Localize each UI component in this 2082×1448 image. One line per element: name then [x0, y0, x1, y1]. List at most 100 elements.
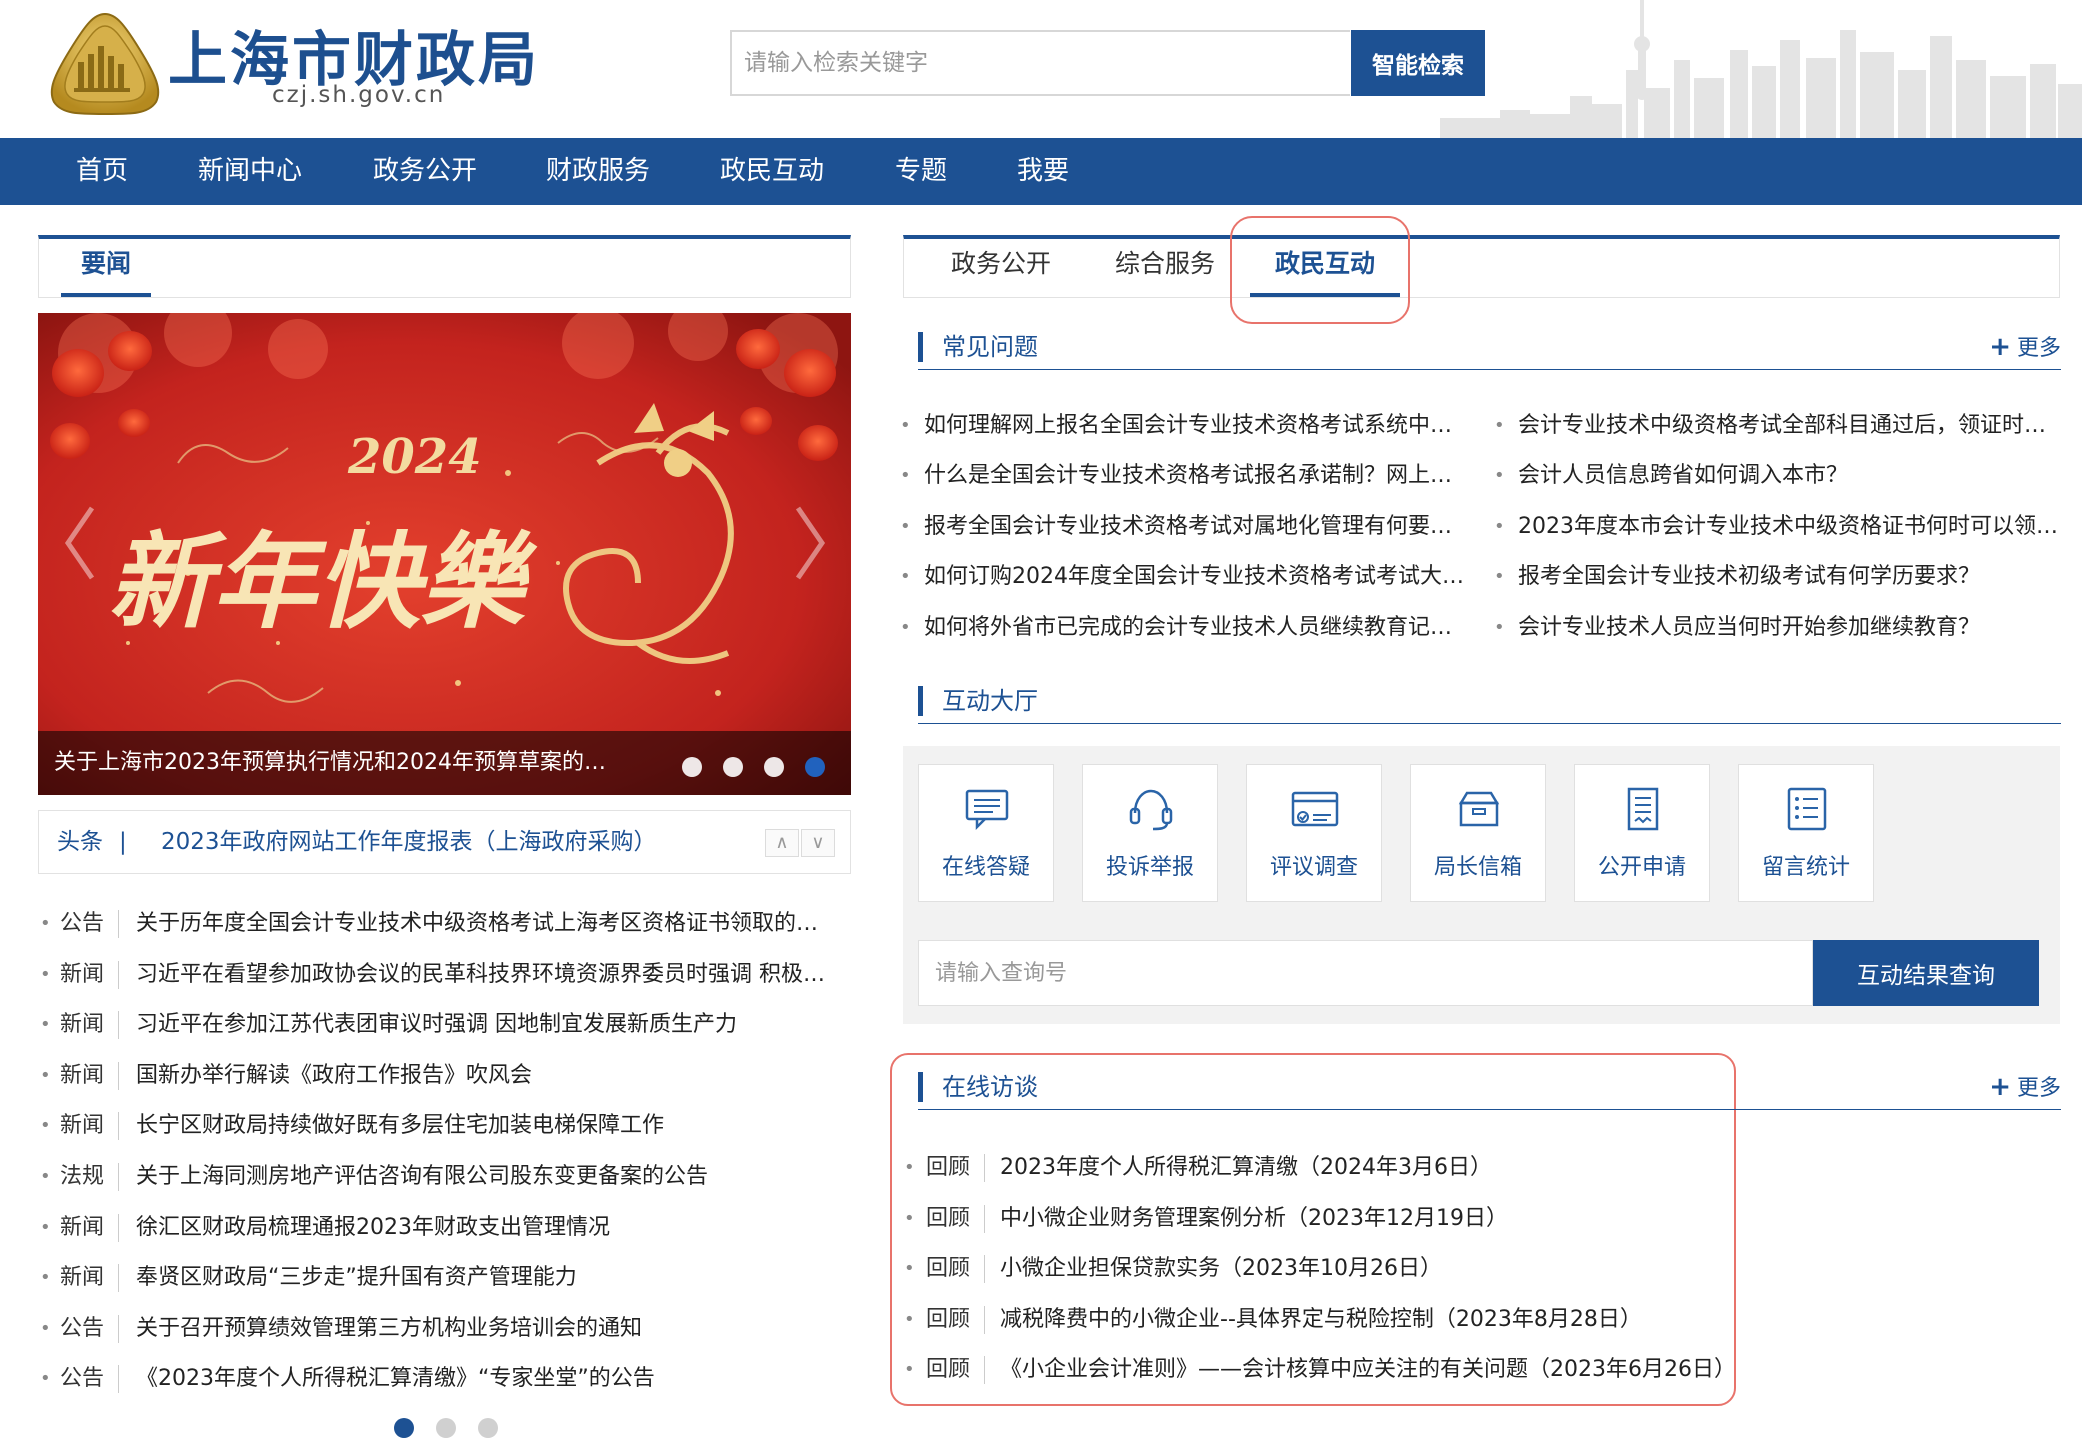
- list-item[interactable]: • 新闻 习近平在参加江苏代表团审议时强调 因地制宜发展新质生产力: [38, 1005, 851, 1056]
- carousel-dot[interactable]: [723, 757, 743, 777]
- list-item[interactable]: • 公告 关于历年度全国会计专业技术中级资格考试上海考区资格证书领取的…: [38, 904, 851, 955]
- interview-title-link[interactable]: 2023年度个人所得税汇算清缴（2024年3月6日）: [1000, 1148, 1492, 1188]
- main-nav: 首页 新闻中心 政务公开 财政服务 政民互动 专题 我要: [0, 138, 2082, 205]
- nav-item-news-center[interactable]: 新闻中心: [198, 138, 302, 205]
- news-carousel[interactable]: 2024 新年快樂 关于上海市2023年预算执行情况和2024年预算草案的…: [38, 313, 851, 795]
- hall-card-label: 局长信箱: [1433, 855, 1522, 880]
- smart-search-button[interactable]: 智能检索: [1351, 30, 1485, 96]
- banner-year-text: 2024: [347, 429, 482, 485]
- list-item[interactable]: • 回顾 2023年度个人所得税汇算清缴（2024年3月6日）: [900, 1148, 1800, 1199]
- hall-card-survey[interactable]: 评议调查: [1246, 764, 1382, 902]
- faq-question[interactable]: 报考全国会计专业技术资格考试对属地化管理有何要…: [924, 507, 1494, 547]
- nav-item-gov-affairs[interactable]: 政务公开: [373, 138, 477, 205]
- bullet-icon: •: [1494, 415, 1505, 436]
- list-item[interactable]: • 公告 关于召开预算绩效管理第三方机构业务培训会的通知: [38, 1309, 851, 1360]
- news-page-dot[interactable]: [436, 1418, 456, 1438]
- tab-key-news[interactable]: 要闻: [61, 239, 152, 297]
- hall-card-online-qa[interactable]: 在线答疑: [918, 764, 1054, 902]
- interview-title: 在线访谈: [942, 1073, 1038, 1101]
- list-icon: [1787, 787, 1827, 831]
- hall-card-complaint[interactable]: 投诉举报: [1082, 764, 1218, 902]
- news-title[interactable]: 习近平在看望参加政协会议的民革科技界环境资源界委员时强调 积极…: [136, 955, 836, 995]
- faq-question[interactable]: 会计专业技术人员应当何时开始参加继续教育？: [1518, 608, 2082, 648]
- bullet-icon: •: [1494, 465, 1505, 486]
- news-title[interactable]: 长宁区财政局持续做好既有多层住宅加装电梯保障工作: [136, 1106, 836, 1146]
- interview-category: 回顾: [926, 1155, 971, 1180]
- headline-bar: 头条 | 2023年政府网站工作年度报表（上海政府采购） ∧ ∨: [38, 810, 851, 874]
- news-category: 公告: [60, 911, 105, 936]
- news-title[interactable]: 《2023年度个人所得税汇算清缴》“专家坐堂”的公告: [136, 1359, 836, 1399]
- carousel-dot-active[interactable]: [805, 757, 825, 777]
- faq-question[interactable]: 如何订购2024年度全国会计专业技术资格考试考试大…: [924, 557, 1494, 597]
- headline-title[interactable]: 2023年政府网站工作年度报表（上海政府采购）: [161, 811, 657, 873]
- interview-title-link[interactable]: 小微企业担保贷款实务（2023年10月26日）: [1000, 1249, 1442, 1289]
- news-title[interactable]: 徐汇区财政局梳理通报2023年财政支出管理情况: [136, 1208, 836, 1248]
- news-title[interactable]: 关于召开预算绩效管理第三方机构业务培训会的通知: [136, 1309, 836, 1349]
- interaction-result-query-button[interactable]: 互动结果查询: [1813, 940, 2039, 1006]
- interview-list: • 回顾 2023年度个人所得税汇算清缴（2024年3月6日） • 回顾 中小微企业财务…: [900, 1148, 1800, 1401]
- carousel-dot[interactable]: [682, 757, 702, 777]
- list-item[interactable]: • 新闻 习近平在看望参加政协会议的民革科技界环境资源界委员时强调 积极…: [38, 955, 851, 1006]
- faq-more-link[interactable]: + 更多: [1989, 326, 2061, 370]
- news-page-dot[interactable]: [478, 1418, 498, 1438]
- carousel-dot[interactable]: [764, 757, 784, 777]
- list-item[interactable]: • 新闻 长宁区财政局持续做好既有多层住宅加装电梯保障工作: [38, 1106, 851, 1157]
- nav-item-i-want[interactable]: 我要: [1017, 138, 1069, 205]
- tab-gov-affairs[interactable]: 政务公开: [936, 239, 1066, 297]
- hall-card-message-stats[interactable]: 留言统计: [1738, 764, 1874, 902]
- news-title[interactable]: 奉贤区财政局“三步走”提升国有资产管理能力: [136, 1258, 836, 1298]
- faq-question[interactable]: 会计人员信息跨省如何调入本市？: [1518, 456, 2082, 496]
- news-page-dot-active[interactable]: [394, 1418, 414, 1438]
- hall-card-director-mailbox[interactable]: 局长信箱: [1410, 764, 1546, 902]
- bullet-icon: •: [904, 1308, 915, 1330]
- faq-title: 常见问题: [942, 333, 1038, 361]
- carousel-next-icon[interactable]: [784, 498, 834, 588]
- nav-item-home[interactable]: 首页: [76, 138, 128, 205]
- nav-item-finance-services[interactable]: 财政服务: [546, 138, 650, 205]
- headline-down-button[interactable]: ∨: [801, 829, 835, 857]
- list-item[interactable]: • 法规 关于上海同测房地产评估咨询有限公司股东变更备案的公告: [38, 1157, 851, 1208]
- list-item[interactable]: • 回顾 小微企业担保贷款实务（2023年10月26日）: [900, 1249, 1800, 1300]
- list-item[interactable]: • 新闻 国新办举行解读《政府工作报告》吹风会: [38, 1056, 851, 1107]
- interview-title-link[interactable]: 减税降费中的小微企业--具体界定与税险控制（2023年8月28日）: [1000, 1300, 1642, 1340]
- faq-question[interactable]: 如何理解网上报名全国会计专业技术资格考试系统中…: [924, 406, 1494, 446]
- tab-services[interactable]: 综合服务: [1100, 239, 1230, 297]
- divider: [118, 1264, 119, 1293]
- list-item[interactable]: • 新闻 徐汇区财政局梳理通报2023年财政支出管理情况: [38, 1208, 851, 1259]
- bullet-icon: •: [904, 1258, 915, 1279]
- headline-up-button[interactable]: ∧: [765, 829, 799, 857]
- nav-item-interaction[interactable]: 政民互动: [720, 138, 824, 205]
- carousel-caption[interactable]: 关于上海市2023年预算执行情况和2024年预算草案的…: [54, 731, 654, 795]
- news-title[interactable]: 关于历年度全国会计专业技术中级资格考试上海考区资格证书领取的…: [136, 904, 836, 944]
- interview-more-link[interactable]: + 更多: [1989, 1066, 2061, 1110]
- hall-card-label: 留言统计: [1761, 855, 1850, 880]
- nav-item-topics[interactable]: 专题: [895, 138, 947, 205]
- divider: [984, 1204, 985, 1233]
- divider: [118, 1314, 119, 1343]
- hall-card-disclosure-request[interactable]: 公开申请: [1574, 764, 1710, 902]
- list-item[interactable]: • 回顾 减税降费中的小微企业--具体界定与税险控制（2023年8月28日）: [900, 1300, 1800, 1351]
- search-input[interactable]: [732, 32, 1350, 94]
- list-item[interactable]: • 公告 《2023年度个人所得税汇算清缴》“专家坐堂”的公告: [38, 1359, 851, 1410]
- interview-title-link[interactable]: 《小企业会计准则》——会计核算中应关注的有关问题（2023年6月26日）: [1000, 1350, 1736, 1390]
- faq-question[interactable]: 如何将外省市已完成的会计专业技术人员继续教育记…: [924, 608, 1494, 648]
- carousel-prev-icon[interactable]: [56, 498, 106, 588]
- news-category: 公告: [60, 1366, 105, 1392]
- news-category: 新闻: [60, 961, 105, 987]
- news-title[interactable]: 国新办举行解读《政府工作报告》吹风会: [136, 1056, 836, 1096]
- list-item[interactable]: • 回顾 《小企业会计准则》——会计核算中应关注的有关问题（2023年6月26日）: [900, 1350, 1800, 1401]
- query-number-input[interactable]: [919, 941, 1812, 1005]
- faq-question[interactable]: 2023年度本市会计专业技术中级资格证书何时可以领…: [1518, 507, 2082, 547]
- list-item[interactable]: • 新闻 奉贤区财政局“三步走”提升国有资产管理能力: [38, 1258, 851, 1309]
- faq-question[interactable]: 会计专业技术中级资格考试全部科目通过后，领证时…: [1518, 406, 2082, 446]
- list-item[interactable]: • 回顾 中小微企业财务管理案例分析（2023年12月19日）: [900, 1199, 1800, 1250]
- news-category: 新闻: [60, 1113, 105, 1139]
- mailbox-icon: [1458, 791, 1500, 827]
- logo-emblem-icon[interactable]: [44, 10, 166, 118]
- news-title[interactable]: 习近平在参加江苏代表团审议时强调 因地制宜发展新质生产力: [136, 1005, 836, 1045]
- news-title[interactable]: 关于上海同测房地产评估咨询有限公司股东变更备案的公告: [136, 1157, 836, 1197]
- faq-question[interactable]: 什么是全国会计专业技术资格考试报名承诺制？网上…: [924, 456, 1494, 496]
- interview-title-link[interactable]: 中小微企业财务管理案例分析（2023年12月19日）: [1000, 1199, 1508, 1239]
- faq-question[interactable]: 报考全国会计专业技术初级考试有何学历要求？: [1518, 557, 2082, 597]
- hall-card-label: 在线答疑: [941, 855, 1030, 880]
